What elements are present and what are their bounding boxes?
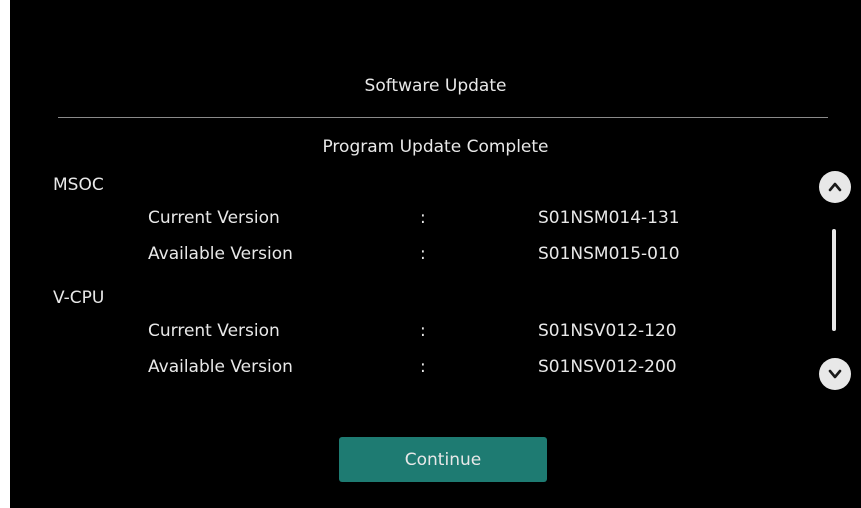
update-status-message: Program Update Complete bbox=[322, 137, 549, 157]
section-label-msoc: MSOC bbox=[53, 175, 104, 195]
title-divider bbox=[58, 117, 828, 118]
scroll-up-button[interactable] bbox=[819, 171, 851, 203]
chevron-down-icon bbox=[827, 366, 843, 382]
vcpu-current-version-separator: : bbox=[420, 321, 426, 341]
vcpu-available-version-label: Available Version bbox=[148, 357, 293, 377]
vcpu-available-version-value: S01NSV012-200 bbox=[538, 357, 677, 377]
chevron-up-icon bbox=[827, 179, 843, 195]
msoc-available-version-label: Available Version bbox=[148, 244, 293, 264]
msoc-available-version-separator: : bbox=[420, 244, 426, 264]
msoc-available-version-value: S01NSM015-010 bbox=[538, 244, 680, 264]
msoc-current-version-label: Current Version bbox=[148, 208, 280, 228]
page-title: Software Update bbox=[364, 76, 507, 96]
scrollbar-thumb[interactable] bbox=[832, 229, 836, 331]
section-label-v-cpu: V-CPU bbox=[53, 288, 105, 308]
vcpu-available-version-separator: : bbox=[420, 357, 426, 377]
scroll-down-button[interactable] bbox=[819, 358, 851, 390]
continue-button[interactable]: Continue bbox=[339, 437, 547, 482]
vcpu-current-version-value: S01NSV012-120 bbox=[538, 321, 677, 341]
msoc-current-version-separator: : bbox=[420, 208, 426, 228]
software-update-screen: Software Update Program Update Complete … bbox=[10, 0, 861, 508]
continue-button-label: Continue bbox=[404, 449, 482, 470]
msoc-current-version-value: S01NSM014-131 bbox=[538, 208, 680, 228]
vcpu-current-version-label: Current Version bbox=[148, 321, 280, 341]
